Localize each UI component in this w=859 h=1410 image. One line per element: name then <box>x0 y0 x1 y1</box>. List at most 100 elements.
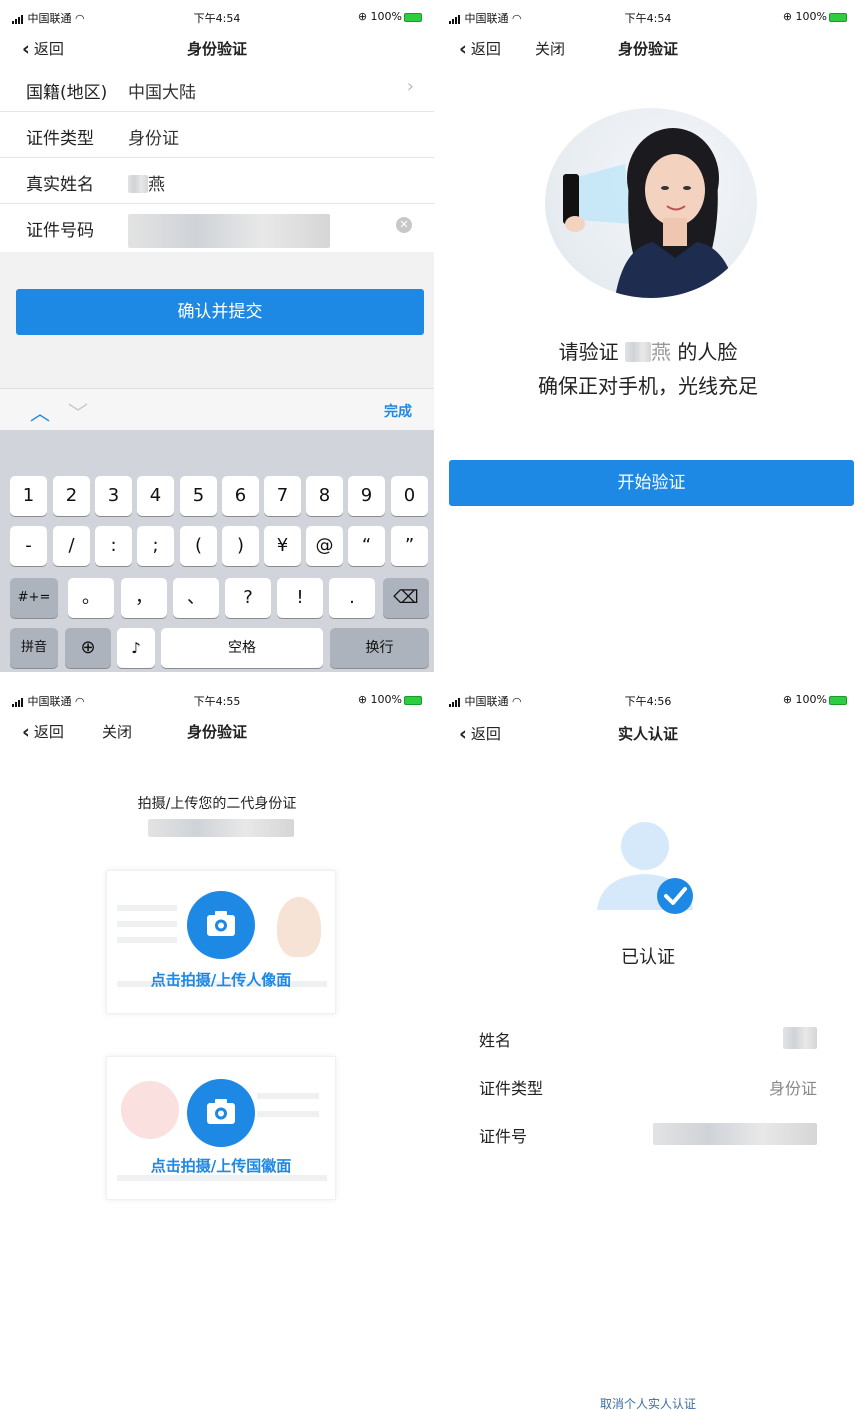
redacted-block <box>128 175 148 193</box>
nav-bar: ‹ 返回 关闭 身份验证 <box>437 36 859 62</box>
microphone-icon: ♪ <box>131 639 141 657</box>
key[interactable]: / <box>53 526 90 566</box>
id-number-field[interactable] <box>128 214 330 253</box>
key[interactable]: - <box>10 526 47 566</box>
return-key[interactable]: 换行 <box>330 628 429 668</box>
camera-button[interactable] <box>187 891 255 959</box>
info-value: 身份证 <box>768 1079 817 1098</box>
lock-rotation-icon: ⊕ <box>357 10 368 23</box>
nav-bar: ‹ 返回 实人认证 <box>437 721 859 747</box>
pinyin-key[interactable]: 拼音 <box>10 628 58 668</box>
portrait-placeholder-icon <box>277 897 321 957</box>
info-label: 证件号 <box>479 1127 528 1146</box>
key[interactable]: 5 <box>180 476 217 516</box>
submit-button[interactable]: 确认并提交 <box>16 289 424 335</box>
key[interactable]: ， <box>121 578 167 618</box>
key[interactable]: ! <box>277 578 323 618</box>
id-number-row[interactable]: 证件号码 ✕ <box>0 204 434 250</box>
redacted-block <box>625 342 651 362</box>
key[interactable]: ? <box>225 578 271 618</box>
key[interactable]: 3 <box>95 476 132 516</box>
portrait-upload-card[interactable]: 点击拍摄/上传人像面 <box>106 870 336 1014</box>
key[interactable]: : <box>95 526 132 566</box>
battery-percent: 100% <box>795 693 827 706</box>
face-illustration <box>545 108 757 298</box>
info-row-id-type: 证件类型 身份证 <box>479 1075 817 1101</box>
emblem-upload-card[interactable]: 点击拍摄/上传国徽面 <box>106 1056 336 1200</box>
symbols-key[interactable]: #+= <box>10 578 58 618</box>
chevron-right-icon: › <box>406 76 414 97</box>
lock-rotation-icon: ⊕ <box>782 10 793 23</box>
real-name-row[interactable]: 真实姓名 燕 <box>0 158 434 204</box>
key[interactable]: 2 <box>53 476 90 516</box>
key[interactable]: ; <box>137 526 174 566</box>
page-title: 身份验证 <box>186 40 247 58</box>
redacted-block <box>148 819 294 837</box>
id-upload-screen: 中国联通 ◠ 下午4:55 ⊕ 100% ‹ 返回 关闭 身份验证 拍摄/上传您的… <box>0 683 434 1410</box>
key[interactable]: 8 <box>306 476 343 516</box>
portrait-upload-label: 点击拍摄/上传人像面 <box>150 971 292 989</box>
key[interactable]: 0 <box>391 476 428 516</box>
nav-bar: ‹ 返回 关闭 身份验证 <box>0 719 434 745</box>
field-label: 证件号码 <box>26 221 94 241</box>
lock-rotation-icon: ⊕ <box>782 693 793 706</box>
space-key[interactable]: 空格 <box>161 628 323 668</box>
keyboard: 1 2 3 4 5 6 7 8 9 0 - / : ; ( ) ¥ @ “ ” … <box>0 430 434 672</box>
backspace-icon: ⌫ <box>393 587 419 608</box>
redacted-block <box>783 1027 817 1049</box>
key[interactable]: 、 <box>173 578 219 618</box>
key[interactable]: . <box>329 578 375 618</box>
chevron-down-icon[interactable]: ﹀ <box>68 397 88 426</box>
key[interactable]: ( <box>180 526 217 566</box>
chevron-up-icon[interactable]: ︿ <box>30 397 50 426</box>
done-button[interactable]: 完成 <box>384 401 412 421</box>
emblem-upload-label: 点击拍摄/上传国徽面 <box>150 1157 292 1175</box>
field-value: 中国大陆 <box>128 83 196 103</box>
mic-key[interactable]: ♪ <box>117 628 155 668</box>
key[interactable]: ” <box>391 526 428 566</box>
status-bar: 中国联通 ◠ 下午4:54 ⊕ 100% <box>0 10 434 28</box>
status-bar: 中国联通 ◠ 下午4:54 ⊕ 100% <box>437 10 859 28</box>
info-value <box>783 1027 817 1053</box>
key[interactable]: 4 <box>137 476 174 516</box>
id-type-row[interactable]: 证件类型 身份证 <box>0 112 434 158</box>
nav-bar: ‹ 返回 身份验证 <box>0 36 434 62</box>
battery-icon <box>404 12 422 22</box>
lock-rotation-icon: ⊕ <box>357 693 368 706</box>
info-row-id-number: 证件号 <box>479 1123 817 1149</box>
info-row-name: 姓名 <box>479 1027 817 1053</box>
key[interactable]: ¥ <box>264 526 301 566</box>
key[interactable]: 9 <box>348 476 385 516</box>
nationality-row[interactable]: 国籍(地区) 中国大陆 › <box>0 66 434 112</box>
info-value <box>653 1123 817 1149</box>
camera-icon <box>207 911 235 936</box>
name-field[interactable]: 燕 <box>128 170 165 195</box>
key[interactable]: “ <box>348 526 385 566</box>
status-bar: 中国联通 ◠ 下午4:55 ⊕ 100% <box>0 693 434 711</box>
backspace-key[interactable]: ⌫ <box>383 578 429 618</box>
status-bar: 中国联通 ◠ 下午4:56 ⊕ 100% <box>437 693 859 711</box>
battery-icon <box>404 695 422 705</box>
page-title: 实人认证 <box>617 725 678 743</box>
key[interactable]: @ <box>306 526 343 566</box>
start-verify-button[interactable]: 开始验证 <box>449 460 854 506</box>
key[interactable]: 7 <box>264 476 301 516</box>
info-label: 证件类型 <box>479 1079 544 1098</box>
clear-icon[interactable]: ✕ <box>396 217 412 233</box>
info-label: 姓名 <box>479 1031 512 1050</box>
key[interactable]: ) <box>222 526 259 566</box>
verified-avatar <box>597 818 697 918</box>
cancel-verification-link[interactable]: 取消个人实人认证 <box>437 1395 859 1410</box>
verified-screen: 中国联通 ◠ 下午4:56 ⊕ 100% ‹ 返回 实人认证 已认证 姓名 证件类… <box>437 683 859 1410</box>
camera-icon <box>207 1099 235 1124</box>
camera-button[interactable] <box>187 1079 255 1147</box>
field-label: 真实姓名 <box>26 175 94 195</box>
key[interactable]: 6 <box>222 476 259 516</box>
key[interactable]: 。 <box>68 578 114 618</box>
battery-percent: 100% <box>370 693 402 706</box>
globe-key[interactable]: ⊕ <box>65 628 111 668</box>
globe-icon: ⊕ <box>80 637 96 658</box>
face-prompt-line1: 请验证 燕 的人脸 <box>558 340 738 364</box>
emblem-placeholder-icon <box>121 1081 179 1139</box>
key[interactable]: 1 <box>10 476 47 516</box>
